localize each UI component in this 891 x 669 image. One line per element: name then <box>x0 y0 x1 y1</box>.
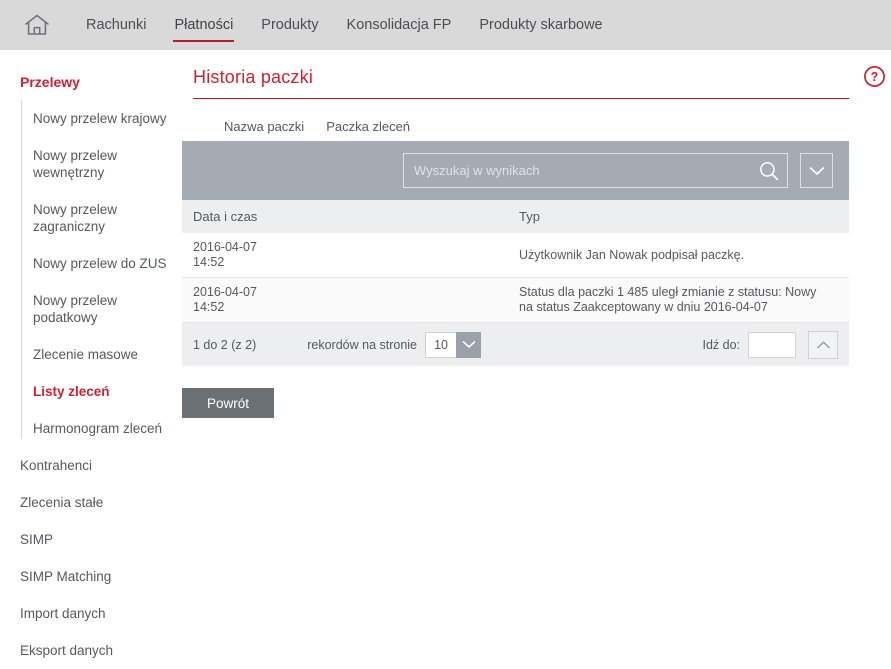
sidebar-item-eksport-danych[interactable]: Eksport danych <box>0 632 182 669</box>
goto-page-input[interactable] <box>748 331 796 358</box>
per-page-select[interactable]: 10 <box>425 331 482 358</box>
sidebar-item-import-danych[interactable]: Import danych <box>0 595 182 632</box>
sidebar-item-label: Nowy przelew do ZUS <box>33 256 167 271</box>
sidebar-section-przelewy[interactable]: Przelewy <box>0 68 182 96</box>
sidebar-item-nowy-przelew-do-zus[interactable]: Nowy przelew do ZUS <box>21 245 182 282</box>
sidebar-submenu: Nowy przelew krajowy Nowy przelew wewnęt… <box>0 100 182 447</box>
nav-item-produkty[interactable]: Produkty <box>247 0 332 50</box>
sidebar-section-label: Przelewy <box>20 74 80 90</box>
sidebar-item-label: Eksport danych <box>20 643 114 658</box>
nav-item-produkty-skarbowe[interactable]: Produkty skarbowe <box>465 0 616 50</box>
home-icon[interactable] <box>12 0 62 50</box>
nav-item-label: Rachunki <box>86 17 147 33</box>
sidebar-item-label: Nowy przelew podatkowy <box>33 293 118 325</box>
back-button[interactable]: Powrót <box>182 388 274 418</box>
nav-item-rachunki[interactable]: Rachunki <box>72 0 160 50</box>
cell-time: 14:52 <box>193 255 225 269</box>
sidebar-item-harmonogram-zlecen[interactable]: Harmonogram zleceń <box>21 410 182 447</box>
nav-item-platnosci[interactable]: Płatności <box>160 0 247 50</box>
sidebar-item-label: Import danych <box>20 606 106 621</box>
goto-label: Idź do: <box>702 337 740 352</box>
history-panel: Data i czas Typ 2016-04-07 14:52 Użytkow… <box>182 141 849 418</box>
column-header-data-i-czas[interactable]: Data i czas <box>182 209 519 224</box>
table-row[interactable]: 2016-04-07 14:52 Status dla paczki 1 485… <box>182 278 849 323</box>
record-count-label: 1 do 2 (z 2) <box>193 337 257 352</box>
svg-text:?: ? <box>871 70 879 84</box>
sidebar-item-kontrahenci[interactable]: Kontrahenci <box>0 447 182 484</box>
goto-page-group: Idź do: <box>702 330 838 359</box>
nav-item-label: Płatności <box>174 17 234 33</box>
sidebar-item-label: Nowy przelew wewnętrzny <box>33 148 118 180</box>
sidebar-item-label: Kontrahenci <box>20 458 93 473</box>
tab-list: Nazwa paczki Paczka zleceń <box>224 115 891 138</box>
search-input[interactable] <box>403 153 788 188</box>
question-mark-circle-icon[interactable]: ? <box>863 65 886 88</box>
per-page-value: 10 <box>425 331 457 358</box>
table-pagination-footer: 1 do 2 (z 2) rekordów na stronie 10 Idź … <box>182 323 849 366</box>
cell-date: 2016-04-07 <box>193 240 257 254</box>
main-nav-list: Rachunki Płatności Produkty Konsolidacja… <box>72 0 617 50</box>
cell-date: 2016-04-07 <box>193 285 257 299</box>
cell-date-time: 2016-04-07 14:52 <box>182 240 519 270</box>
goto-page-button[interactable] <box>808 330 838 359</box>
page-title: Historia paczki <box>193 67 314 87</box>
sidebar-item-nowy-przelew-zagraniczny[interactable]: Nowy przelew zagraniczny <box>21 191 182 245</box>
sidebar-item-label: SIMP Matching <box>20 569 112 584</box>
cell-date-time: 2016-04-07 14:52 <box>182 285 519 315</box>
page-header: Historia paczki ? <box>193 66 885 99</box>
filter-expand-button[interactable] <box>800 153 833 188</box>
sidebar-item-label: Harmonogram zleceń <box>33 421 163 436</box>
sidebar-item-zlecenia-stale[interactable]: Zlecenia stałe <box>0 484 182 521</box>
per-page-label: rekordów na stronie <box>307 337 418 352</box>
cell-type: Status dla paczki 1 485 uległ zmianie z … <box>519 285 817 314</box>
sidebar-item-nowy-przelew-krajowy[interactable]: Nowy przelew krajowy <box>21 100 182 137</box>
magnifier-icon[interactable] <box>756 158 782 184</box>
sidebar-item-label: Listy zleceń <box>33 384 110 399</box>
tab-label: Paczka zleceń <box>326 119 411 134</box>
cell-type: Użytkownik Jan Nowak podpisał paczkę. <box>519 247 745 262</box>
tab-nazwa-paczki[interactable]: Nazwa paczki <box>224 115 314 138</box>
nav-item-label: Produkty <box>261 17 319 33</box>
sidebar-item-nowy-przelew-podatkowy[interactable]: Nowy przelew podatkowy <box>21 282 182 336</box>
search-toolbar <box>182 141 849 200</box>
nav-item-label: Produkty skarbowe <box>479 17 603 33</box>
cell-time: 14:52 <box>193 300 225 314</box>
sidebar-item-zlecenie-masowe[interactable]: Zlecenie masowe <box>21 336 182 373</box>
sidebar-item-label: Zlecenia stałe <box>20 495 104 510</box>
chevron-down-icon <box>809 166 824 175</box>
chevron-down-icon[interactable] <box>456 331 482 358</box>
nav-item-label: Konsolidacja FP <box>346 17 452 33</box>
chevron-up-icon <box>816 340 830 348</box>
sidebar: Przelewy Nowy przelew krajowy Nowy przel… <box>0 50 182 658</box>
sidebar-item-label: SIMP <box>20 532 54 547</box>
sidebar-item-simp-matching[interactable]: SIMP Matching <box>0 558 182 595</box>
top-navigation-bar: Rachunki Płatności Produkty Konsolidacja… <box>0 0 891 50</box>
sidebar-item-label: Nowy przelew zagraniczny <box>33 202 118 234</box>
main-content: Historia paczki ? Nazwa paczki Paczka zl… <box>182 50 891 653</box>
search-field-wrapper <box>403 153 788 188</box>
sidebar-item-simp[interactable]: SIMP <box>0 521 182 558</box>
sidebar-item-nowy-przelew-wewnetrzny[interactable]: Nowy przelew wewnętrzny <box>21 137 182 191</box>
nav-item-konsolidacja-fp[interactable]: Konsolidacja FP <box>333 0 466 50</box>
tab-label: Nazwa paczki <box>224 119 305 134</box>
tab-paczka-zlecen[interactable]: Paczka zleceń <box>326 115 420 138</box>
sidebar-item-label: Nowy przelew krajowy <box>33 111 167 126</box>
table-header-row: Data i czas Typ <box>182 200 849 233</box>
table-row[interactable]: 2016-04-07 14:52 Użytkownik Jan Nowak po… <box>182 233 849 278</box>
sidebar-item-label: Zlecenie masowe <box>33 347 139 362</box>
column-header-typ[interactable]: Typ <box>519 209 849 224</box>
sidebar-item-listy-zlecen[interactable]: Listy zleceń <box>21 373 182 410</box>
